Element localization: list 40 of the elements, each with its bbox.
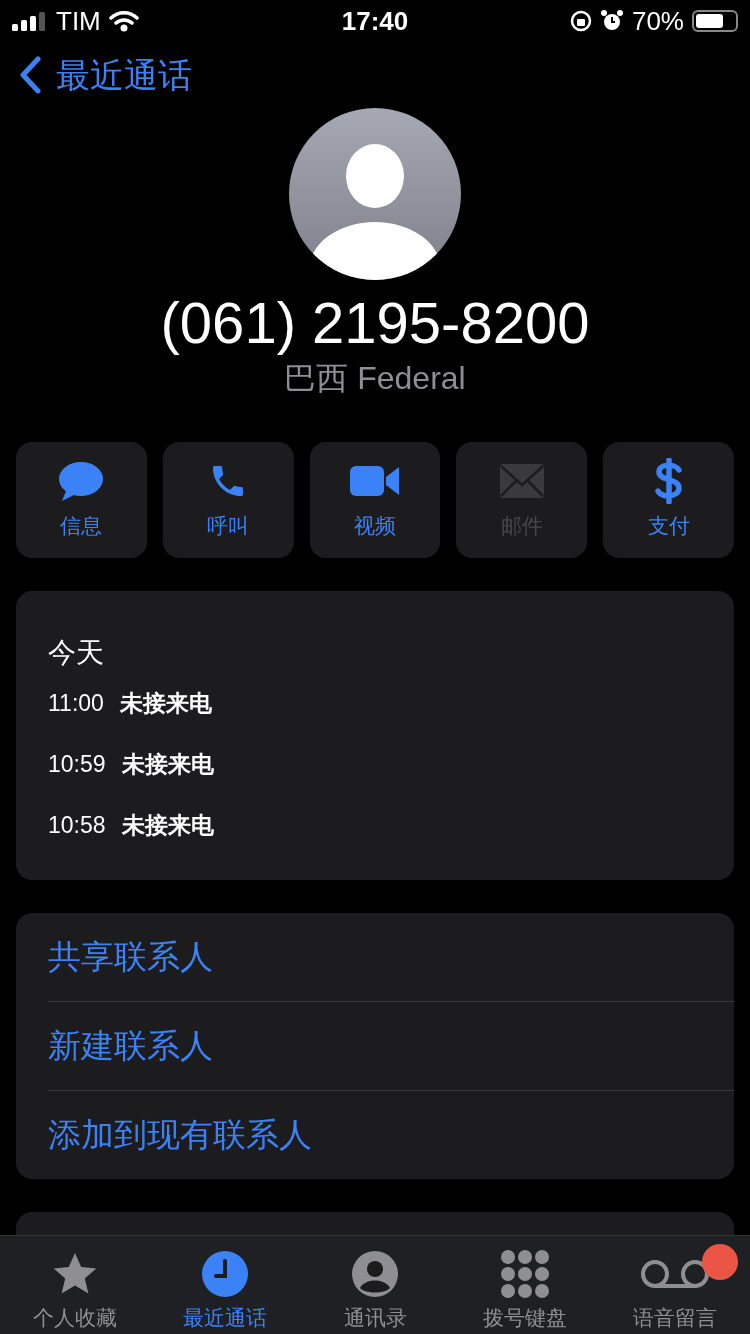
option-link[interactable]: 添加到现有联系人 (48, 1091, 312, 1179)
action-button[interactable]: 支付 (603, 442, 734, 558)
action-button[interactable]: 信息 (16, 442, 147, 558)
speech-bubble-icon (58, 461, 105, 502)
person-circle-icon (351, 1250, 399, 1298)
tab-item[interactable]: 语音留言 (600, 1236, 750, 1334)
chevron-left-icon (18, 56, 42, 94)
battery-percent: 70% (631, 4, 684, 38)
keypad-icon (501, 1250, 549, 1298)
location-label: 巴西 Federal (284, 359, 466, 398)
rotation-lock-icon (569, 10, 592, 32)
phone-number: (061) 2195-8200 (160, 289, 590, 357)
wifi-icon (108, 10, 139, 32)
tab-item[interactable]: 个人收藏 (0, 1236, 150, 1334)
dollar-sign-icon (653, 458, 684, 505)
call-time: 11:00 (48, 689, 104, 719)
back-button[interactable]: 最近通话 (18, 49, 192, 101)
call-type: 未接来电 (121, 811, 214, 841)
call-time: 10:59 (48, 750, 106, 780)
option-link[interactable]: 共享联系人 (48, 913, 213, 1001)
envelope-icon (498, 463, 545, 500)
date-heading: 今天 (48, 636, 105, 670)
carrier-name: TIM (56, 4, 101, 38)
alarm-icon (599, 9, 624, 33)
avatar-icon (289, 108, 461, 280)
call-type: 未接来电 (119, 689, 212, 719)
action-button[interactable]: 视频 (309, 442, 441, 558)
voicemail-icon (640, 1259, 710, 1289)
tab-item[interactable]: 通讯录 (300, 1236, 450, 1334)
call-type: 未接来电 (121, 750, 214, 780)
call-time: 10:58 (48, 811, 106, 841)
action-button[interactable]: 呼叫 (162, 442, 294, 558)
tab-item[interactable]: 最近通话 (150, 1236, 300, 1334)
clock-time: 17:40 (341, 4, 409, 38)
tab-item[interactable]: 拨号键盘 (450, 1236, 600, 1334)
option-link[interactable]: 新建联系人 (48, 1002, 213, 1090)
video-camera-icon (350, 464, 400, 499)
signal-icon (12, 11, 48, 31)
clock-icon (201, 1250, 249, 1298)
battery-icon (692, 10, 738, 32)
